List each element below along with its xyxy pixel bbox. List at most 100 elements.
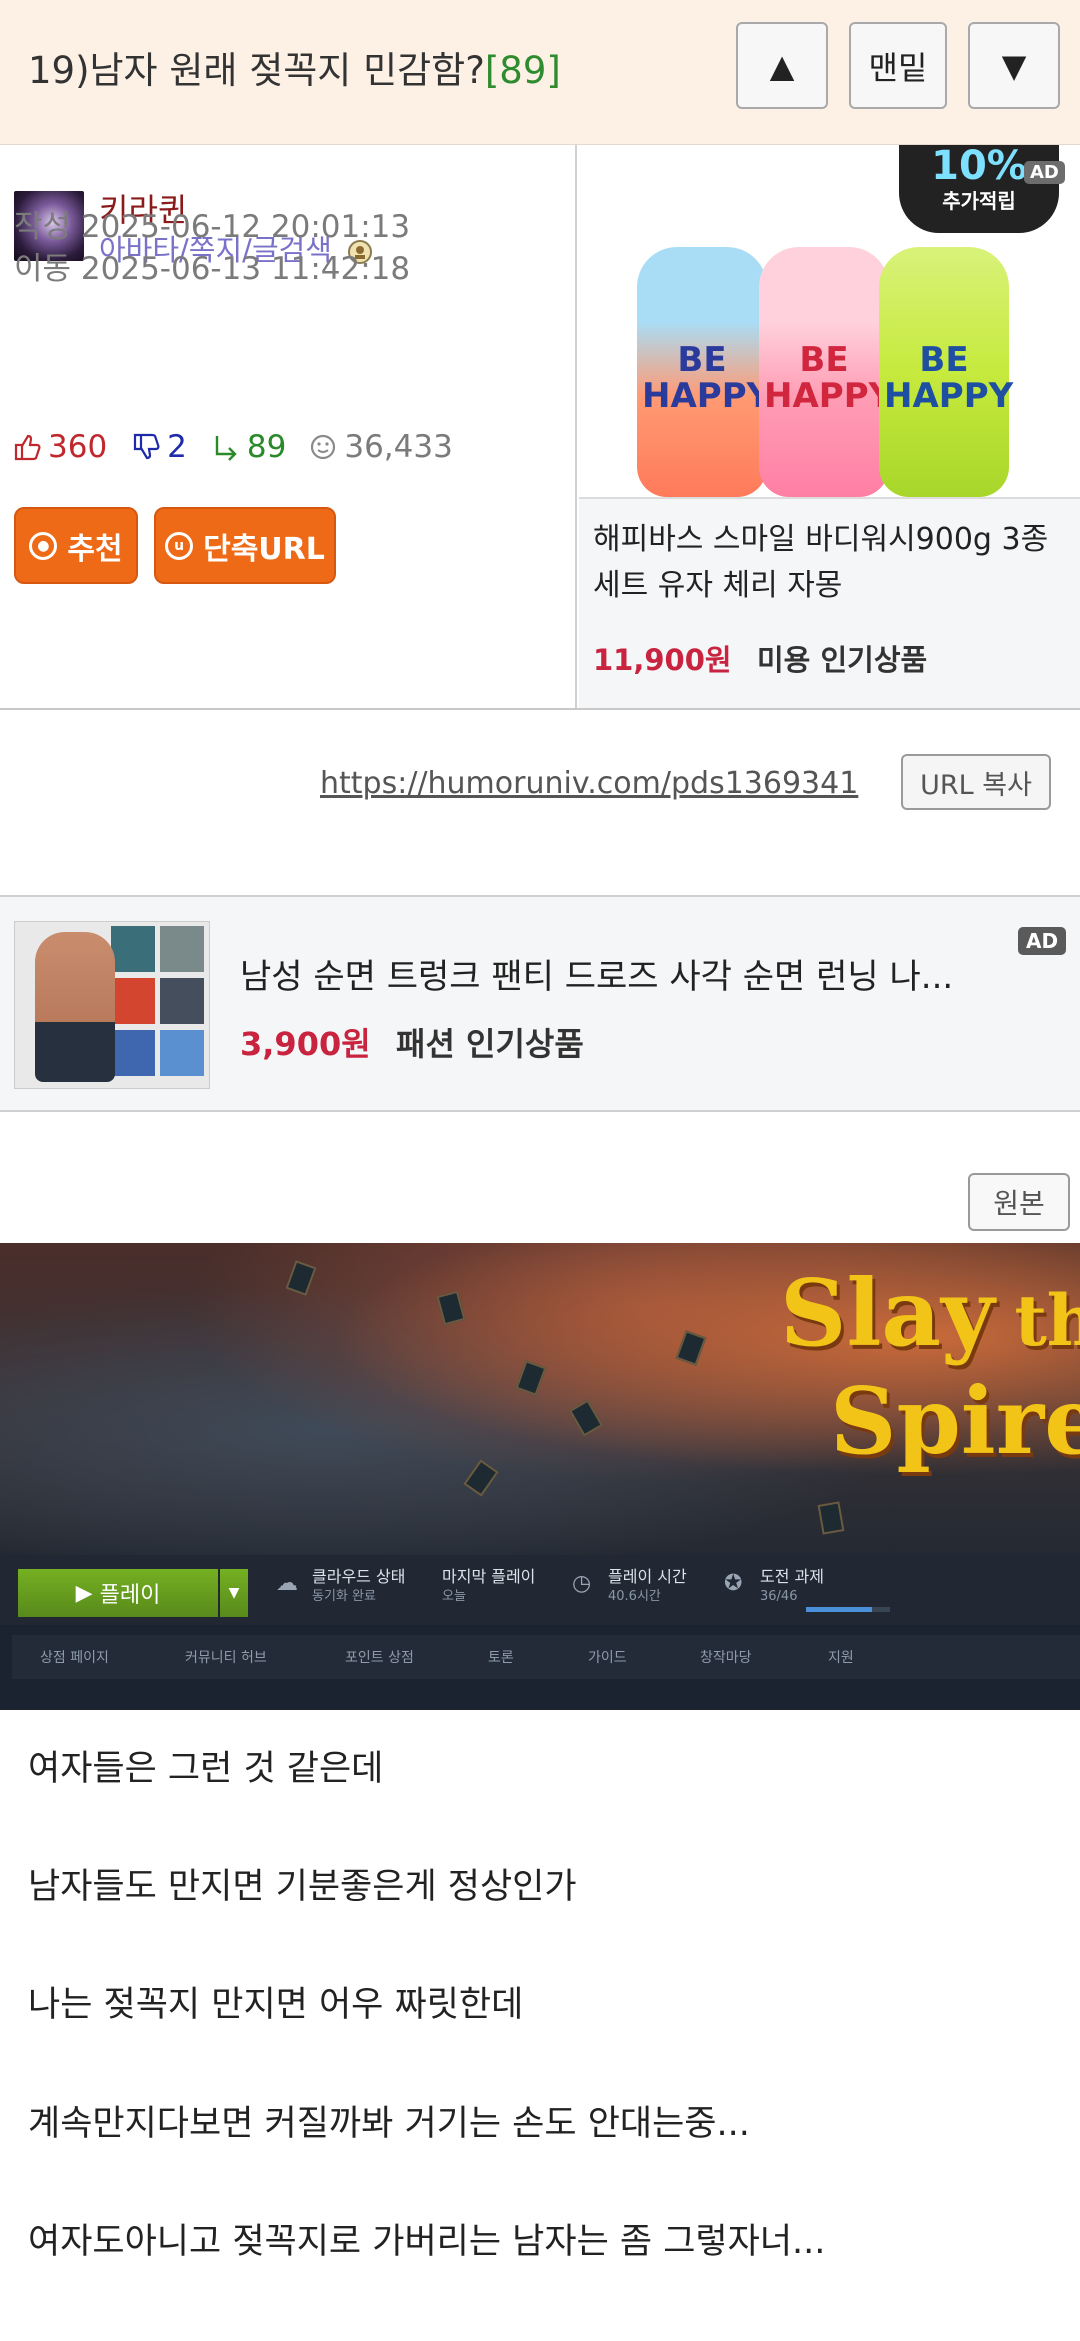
steam-nav-item: 포인트 상점 [345,1650,414,1666]
moved-date: 이동 2025-06-13 11:42:18 [14,251,411,287]
cloud-status: ☁ 클라우드 상태 동기화 완료 [276,1567,406,1607]
banner-ad-title[interactable]: 남성 순면 트렁크 팬티 드로즈 사각 순면 런닝 나... [240,949,953,998]
clock-icon: ◷ [572,1571,592,1596]
embedded-screenshot: Slaythe Spire ▶ 플레이 ▼ ☁ 클라우드 상태 동기화 완료 마… [0,1243,1080,1710]
steam-nav-item: 토론 [488,1650,514,1666]
reward-label: 추가적립 [942,189,1016,213]
steam-subnav-bar [12,1635,1080,1679]
comment-count[interactable]: [89] [485,49,561,92]
post-stats: 360 2 89 36,433 [12,429,453,465]
reply-count: 89 [246,429,287,465]
recommend-label: 추천 [67,531,123,567]
lastplay-sub: 오늘 [442,1589,466,1604]
swatch [160,926,204,972]
product-ad-image[interactable]: BE HAPPY BE HAPPY BE HAPPY 10% 추가적립 AD [579,145,1080,499]
bottle-label: BE HAPPY [884,340,1014,416]
swatch [160,978,204,1024]
achievement-progress-fill [806,1607,872,1612]
bottle-label: BE HAPPY [642,340,772,416]
cloud-label: 클라우드 상태 [312,1567,406,1586]
product-ad-thumbnail[interactable] [14,921,210,1089]
banner-ad-category: 패션 인기상품 [396,1025,584,1063]
card-shape [515,1360,547,1396]
created-date: 작성 2025-06-12 20:01:13 [14,209,411,245]
cloud-sub: 동기화 완료 [312,1589,376,1604]
play-time: ◷ 플레이 시간 40.6시간 [572,1567,687,1607]
lastplay-label: 마지막 플레이 [442,1567,536,1586]
play-icon: ▶ [75,1580,100,1606]
card-shape [817,1501,845,1535]
recommend-button[interactable]: ● 추천 [14,507,138,584]
thumbs-down-icon [134,433,160,460]
achievement-progress [806,1607,890,1612]
last-play: 마지막 플레이 오늘 [442,1567,535,1607]
down-arrow-icon: ▼ [1001,46,1027,85]
short-url-circle-icon: u [165,531,194,560]
short-url-button[interactable]: u 단축URL [154,507,336,584]
product-ad-card[interactable]: BE HAPPY BE HAPPY BE HAPPY 10% 추가적립 AD 해… [579,145,1080,708]
model-figure [35,932,115,1082]
cloud-icon: ☁ [276,1571,298,1596]
post-title-text: 19)남자 원래 젖꼭지 민감함? [28,49,485,92]
play-label: 플레이 [99,1583,161,1608]
post-body-line: 여자도아니고 젖꼭지로 가버리는 남자는 좀 그렇자너... [28,2222,826,2262]
recommend-circle-icon: ● [29,531,58,560]
product-ad-title[interactable]: 해피바스 스마일 바디워시900g 3종 세트 유자 체리 자몽 [593,517,1073,609]
url-row: https://humoruniv.com/pds1369341 URL 복사 [0,710,1080,895]
card-shape [463,1459,499,1497]
achieve-label: 도전 과제 [760,1567,824,1586]
achievements: ✪ 도전 과제 36/46 [724,1567,824,1607]
swatch [111,1030,155,1076]
post-body-line: 나는 젖꼭지 만지면 어우 짜릿한데 [28,1985,524,2025]
post-url-link[interactable]: https://humoruniv.com/pds1369341 [320,766,858,801]
game-logo-word: the [1014,1279,1080,1362]
ad-badge: AD [1024,161,1065,184]
scroll-up-button[interactable]: ▲ [736,22,828,109]
url-copy-button[interactable]: URL 복사 [901,754,1051,810]
steam-game-bar: ▶ 플레이 ▼ ☁ 클라우드 상태 동기화 완료 마지막 플레이 오늘 ◷ 플레… [0,1555,1080,1625]
scroll-down-button[interactable]: ▼ [968,22,1060,109]
original-image-button[interactable]: 원본 [968,1173,1070,1231]
product-ad-banner[interactable]: 남성 순면 트렁크 팬티 드로즈 사각 순면 런닝 나... 3,900원 패션… [0,895,1080,1112]
card-shape [675,1330,707,1366]
game-key-art: Slaythe Spire [0,1243,1080,1555]
steam-nav-item: 지원 [828,1650,854,1666]
smiley-icon [311,434,336,460]
card-shape [285,1260,317,1296]
like-count: 360 [48,429,108,465]
dislike-count: 2 [167,429,187,465]
swatch [160,1030,204,1076]
swatch [111,926,155,972]
product-ad-price: 11,900원 [593,643,732,677]
steam-nav-item: 커뮤니티 허브 [185,1650,267,1666]
post-body-line: 계속만지다보면 커질까봐 거기는 손도 안대는중... [28,2104,750,2144]
steam-subnav: 상점 페이지 커뮤니티 허브 포인트 상점 토론 가이드 창작마당 지원 [0,1625,1080,1710]
steam-nav-item: 상점 페이지 [40,1650,109,1666]
card-shape [436,1290,466,1326]
bottle-image: BE HAPPY [637,247,772,497]
play-dropdown-icon: ▼ [220,1569,248,1617]
ad-badge: AD [1018,927,1067,955]
go-bottom-button[interactable]: 맨밑 [849,22,947,109]
achievement-icon: ✪ [724,1571,743,1596]
post-info-section: 키라퀸 아바타/쪽지/글검색 작성 2025-06-12 20:01:13 이동… [0,145,1080,710]
game-logo-word: Spire [830,1367,1080,1475]
post-header: 19)남자 원래 젖꼭지 민감함?[89] ▲ 맨밑 ▼ [0,0,1080,145]
thumbs-up-icon [14,434,41,461]
reply-arrow-icon [215,436,237,461]
steam-nav-item: 가이드 [588,1650,627,1666]
play-button: ▶ 플레이 [18,1569,218,1617]
post-body-line: 남자들도 만지면 기분좋은게 정상인가 [28,1867,577,1907]
banner-ad-price: 3,900원 [240,1025,371,1063]
bottle-image: BE HAPPY [879,247,1014,497]
product-ad-category: 미용 인기상품 [757,643,928,677]
bottle-image: BE HAPPY [759,247,894,497]
steam-nav-item: 창작마당 [700,1650,752,1666]
author-panel: 키라퀸 아바타/쪽지/글검색 작성 2025-06-12 20:01:13 이동… [0,145,577,708]
bottle-label: BE HAPPY [764,340,894,416]
game-logo: Slaythe Spire [780,1263,1080,1471]
reward-badge: 10% 추가적립 [899,145,1059,233]
game-logo-word: Slay [780,1259,995,1367]
short-url-label: 단축URL [203,531,325,567]
swatch [111,978,155,1024]
